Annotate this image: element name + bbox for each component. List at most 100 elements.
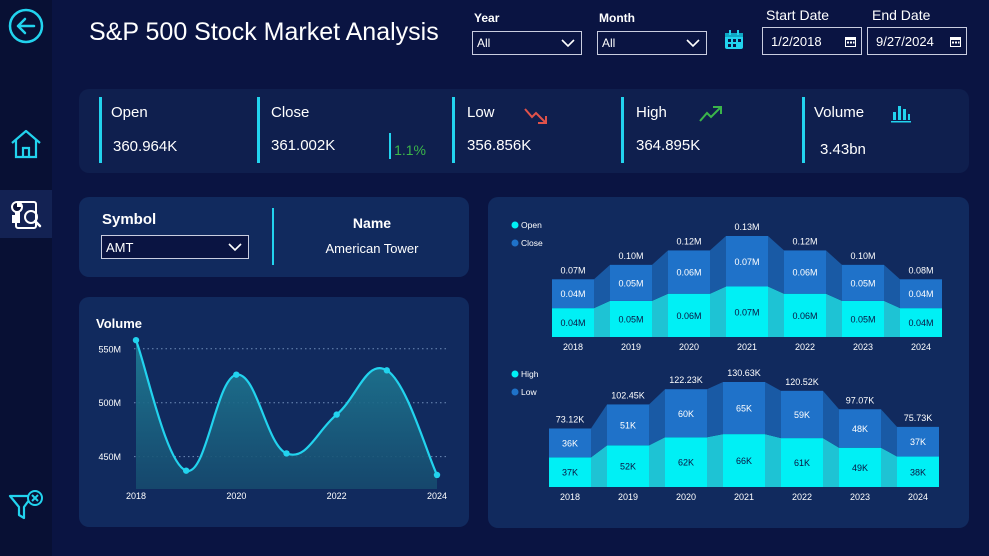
x-tick-label: 2021	[737, 342, 757, 352]
total-label: 0.08M	[908, 265, 933, 275]
kpi-accent-bar	[621, 97, 624, 163]
data-label: 65K	[736, 404, 752, 414]
trend-up-icon	[699, 106, 722, 122]
symbol-label: Symbol	[102, 211, 157, 228]
back-arrow-icon	[8, 8, 44, 44]
ribbon-bottom	[652, 293, 668, 337]
x-tick-label: 2022	[327, 491, 347, 501]
kpi-close-change: 1.1%	[394, 142, 426, 158]
ribbon-top	[826, 250, 842, 301]
end-date-input[interactable]: 9/27/2024	[867, 27, 967, 55]
x-tick-label: 2022	[795, 342, 815, 352]
data-label: 61K	[794, 458, 810, 468]
total-label: 97.07K	[846, 395, 875, 405]
data-label: 52K	[620, 462, 636, 472]
total-label: 120.52K	[785, 377, 819, 387]
ribbon-top	[649, 389, 665, 446]
ribbon-top	[710, 236, 726, 294]
back-button[interactable]	[0, 2, 52, 50]
ribbon-bottom	[768, 286, 784, 337]
month-dropdown[interactable]: All	[597, 31, 707, 55]
symbol-divider	[272, 208, 274, 265]
data-label: 37K	[562, 468, 578, 478]
volume-point	[233, 371, 240, 378]
x-tick-label: 2020	[676, 492, 696, 502]
ribbon-top	[707, 382, 723, 438]
legend-label: Open	[521, 220, 542, 230]
year-dropdown[interactable]: All	[472, 31, 582, 55]
kpi-accent-bar	[99, 97, 102, 163]
x-tick-label: 2021	[734, 492, 754, 502]
bar-chart-icon	[891, 106, 911, 123]
x-tick-label: 2020	[226, 491, 246, 501]
kpi-volume-value: 3.43bn	[820, 141, 866, 158]
kpi-accent-bar	[257, 97, 260, 163]
year-dropdown-value: All	[477, 36, 491, 50]
x-tick-label: 2024	[911, 342, 931, 352]
kpi-low: Low 356.856K	[452, 97, 602, 163]
data-label: 60K	[678, 409, 694, 419]
chevron-down-icon	[228, 243, 242, 252]
kpi-accent-bar	[452, 97, 455, 163]
x-tick-label: 2024	[908, 492, 928, 502]
price-stacked-charts: 0.04M 0.04M 0.07M 2018 0.05M 0.05M 0.10M 2019 0.…	[511, 220, 942, 502]
ribbon-bottom	[710, 286, 726, 337]
y-tick-label: 550M	[98, 344, 121, 354]
ribbon-bottom	[765, 434, 781, 487]
volume-point	[333, 411, 340, 418]
calendar-icon[interactable]	[724, 30, 744, 50]
dashboard: S&P 500 Stock Market Analysis Year All M…	[0, 0, 989, 556]
chevron-down-icon	[686, 39, 700, 48]
legend-label: High	[521, 369, 539, 379]
ribbon-bottom	[707, 434, 723, 487]
symbol-dropdown[interactable]: AMT	[101, 235, 249, 259]
data-label: 66K	[736, 456, 752, 466]
kpi-open-label: Open	[111, 104, 148, 121]
x-tick-label: 2018	[563, 342, 583, 352]
data-label: 0.06M	[676, 311, 701, 321]
data-label: 0.04M	[908, 318, 933, 328]
volume-point	[182, 467, 190, 474]
home-icon	[11, 129, 41, 159]
legend-swatch	[511, 239, 519, 247]
volume-point	[383, 367, 391, 374]
clear-filters-button[interactable]	[0, 482, 52, 530]
data-label: 38K	[910, 467, 926, 477]
kpi-accent-bar	[802, 97, 805, 163]
kpi-volume-label: Volume	[814, 104, 865, 121]
kpi-volume: Volume 3.43bn	[802, 97, 952, 163]
data-label: 0.06M	[676, 268, 701, 278]
calendar-icon	[845, 37, 856, 47]
analysis-page-button[interactable]	[0, 190, 52, 238]
month-filter-label: Month	[599, 11, 635, 25]
kpi-open: Open 360.964K	[99, 97, 249, 163]
ribbon-top	[652, 250, 668, 301]
data-label: 0.05M	[618, 314, 643, 324]
volume-point	[283, 450, 290, 457]
start-date-input[interactable]: 1/2/2018	[762, 27, 862, 55]
nav-rail	[0, 0, 52, 556]
total-label: 0.12M	[676, 236, 701, 246]
symbol-card: Symbol AMT Name American Tower	[79, 197, 469, 277]
x-tick-label: 2019	[618, 492, 638, 502]
legend-swatch	[511, 221, 519, 229]
data-label: 36K	[562, 438, 578, 448]
x-tick-label: 2018	[560, 492, 580, 502]
year-filter-label: Year	[474, 11, 500, 25]
home-button[interactable]	[0, 120, 52, 168]
ribbon-bottom	[649, 437, 665, 487]
start-date-label: Start Date	[766, 7, 830, 23]
x-tick-label: 2020	[679, 342, 699, 352]
x-tick-label: 2023	[850, 492, 870, 502]
y-tick-label: 450M	[98, 452, 121, 462]
kpi-band: Open 360.964K Close 361.002K 1.1% Low 35…	[79, 89, 969, 173]
volume-point	[132, 336, 140, 344]
symbol-dropdown-value: AMT	[106, 239, 134, 255]
price-charts-card: 0.04M 0.04M 0.07M 2018 0.05M 0.05M 0.10M 2019 0.…	[488, 197, 969, 528]
data-label: 49K	[852, 463, 868, 473]
total-label: 75.73K	[904, 413, 933, 423]
legend-label: Low	[521, 387, 537, 397]
data-label: 0.04M	[908, 289, 933, 299]
kpi-high-value: 364.895K	[636, 137, 701, 154]
total-label: 0.10M	[850, 251, 875, 261]
